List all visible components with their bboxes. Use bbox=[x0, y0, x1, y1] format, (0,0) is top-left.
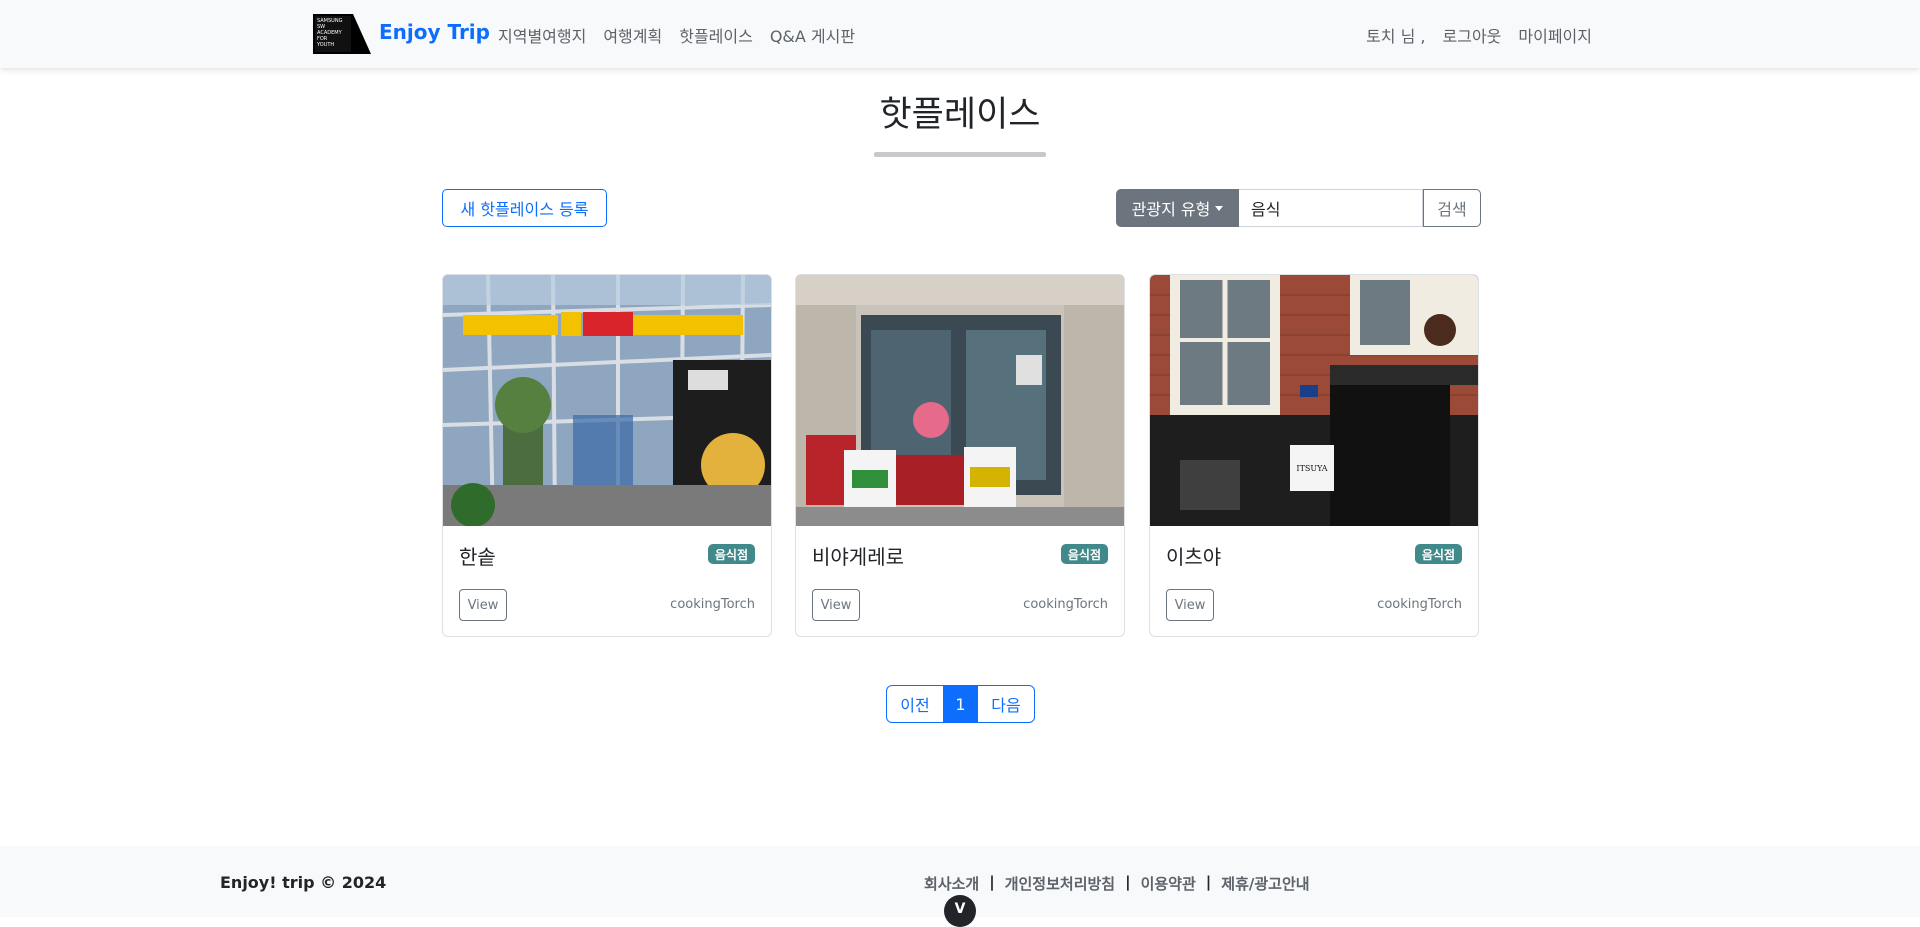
svg-text:YOUTH: YOUTH bbox=[316, 42, 334, 48]
nav-link-regional-travel[interactable]: 지역별여행지 bbox=[498, 23, 586, 47]
place-type-dropdown[interactable]: 관광지 유형 bbox=[1116, 189, 1239, 227]
search-group: 관광지 유형 검색 bbox=[1116, 189, 1481, 227]
next-page-button[interactable]: 다음 bbox=[977, 685, 1035, 723]
hotplace-card[interactable]: ITSUYA 이츠야 음식점 View cookingTorch bbox=[1149, 274, 1479, 637]
hotplace-name: 이츠야 bbox=[1166, 545, 1222, 569]
category-badge: 음식점 bbox=[707, 544, 755, 564]
view-button[interactable]: View bbox=[1166, 589, 1214, 621]
title-underline bbox=[874, 152, 1046, 157]
footer-link-privacy[interactable]: 개인정보처리방침 bbox=[1005, 873, 1115, 894]
search-input[interactable] bbox=[1239, 189, 1423, 227]
view-button[interactable]: View bbox=[812, 589, 860, 621]
itsuya-sign-text: ITSUYA bbox=[1296, 464, 1327, 473]
caret-down-icon bbox=[1215, 205, 1224, 211]
footer-separator: | bbox=[1205, 873, 1212, 891]
author-name: cookingTorch bbox=[670, 597, 755, 612]
main-nav: 지역별여행지 여행계획 핫플레이스 Q&A 게시판 bbox=[498, 23, 855, 47]
user-nav: 토치 님 , 로그아웃 마이페이지 bbox=[1366, 23, 1592, 47]
prev-page-button[interactable]: 이전 bbox=[886, 685, 944, 723]
copyright-text: Enjoy! trip © 2024 bbox=[220, 873, 387, 892]
footer-separator: | bbox=[1125, 873, 1131, 891]
user-greeting: 토치 님 , bbox=[1366, 27, 1426, 46]
new-hotplace-button[interactable]: 새 핫플레이스 등록 bbox=[442, 189, 607, 227]
dropdown-label: 관광지 유형 bbox=[1131, 200, 1211, 219]
footer-link-about[interactable]: 회사소개 bbox=[924, 873, 979, 894]
logout-link[interactable]: 로그아웃 bbox=[1443, 23, 1502, 47]
category-badge: 음식점 bbox=[1414, 544, 1462, 564]
footer-link-partnership[interactable]: 제휴/광고안내 bbox=[1221, 873, 1309, 894]
search-button[interactable]: 검색 bbox=[1423, 189, 1481, 227]
author-name: cookingTorch bbox=[1023, 597, 1108, 612]
hotplace-image bbox=[796, 275, 1124, 526]
hotplace-name: 한솥 bbox=[459, 545, 496, 569]
mypage-link[interactable]: 마이페이지 bbox=[1518, 23, 1592, 47]
author-name: cookingTorch bbox=[1377, 597, 1462, 612]
hotplace-image bbox=[443, 275, 771, 526]
page-number-current[interactable]: 1 bbox=[944, 685, 977, 723]
brand-link[interactable]: Enjoy Trip bbox=[379, 20, 490, 44]
vue-devtools-icon[interactable]: V bbox=[944, 895, 976, 927]
category-badge: 음식점 bbox=[1060, 544, 1108, 564]
nav-link-travel-plan[interactable]: 여행계획 bbox=[603, 23, 662, 47]
hotplace-image: ITSUYA bbox=[1150, 275, 1478, 526]
footer-links: 회사소개 | 개인정보처리방침 | 이용약관 | 제휴/광고안내 bbox=[924, 873, 1310, 894]
page-title: 핫플레이스 bbox=[879, 95, 1041, 135]
nav-link-qna-board[interactable]: Q&A 게시판 bbox=[770, 23, 855, 47]
nav-link-hotplace[interactable]: 핫플레이스 bbox=[679, 23, 753, 47]
view-button[interactable]: View bbox=[459, 589, 507, 621]
hotplace-card[interactable]: 비야게레로 음식점 View cookingTorch bbox=[795, 274, 1125, 637]
footer-link-terms[interactable]: 이용약관 bbox=[1141, 873, 1196, 894]
top-navbar: SAMSUNG SW ACADEMY FOR YOUTH Enjoy Trip … bbox=[0, 0, 1920, 68]
hotplace-name: 비야게레로 bbox=[812, 545, 904, 569]
pagination: 이전 1 다음 bbox=[886, 685, 1035, 723]
hotplace-card[interactable]: 한솥 음식점 View cookingTorch bbox=[442, 274, 772, 637]
samsung-academy-logo[interactable]: SAMSUNG SW ACADEMY FOR YOUTH bbox=[313, 14, 371, 54]
footer-separator: | bbox=[989, 873, 995, 891]
